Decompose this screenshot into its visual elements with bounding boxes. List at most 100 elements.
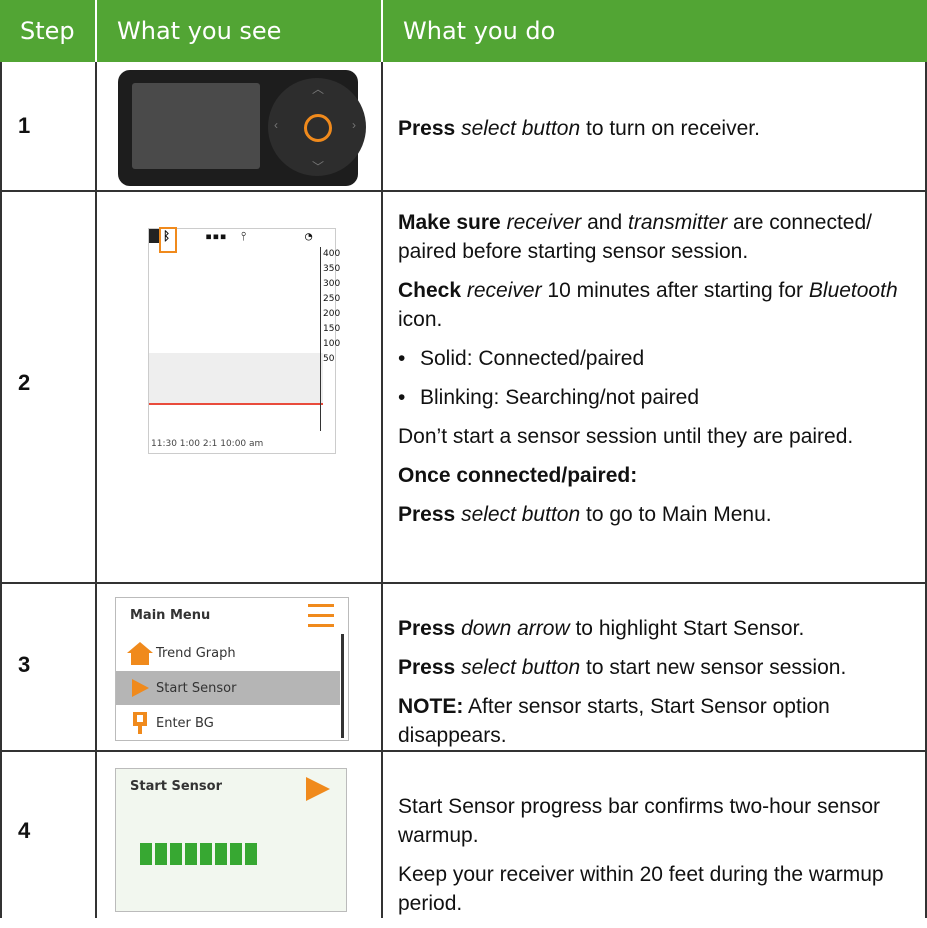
instruction: Press down arrow to highlight Start Sens… (398, 614, 913, 643)
instruction: Don’t start a sensor session until they … (398, 425, 854, 448)
instruction: Start Sensor progress bar confirms two-h… (398, 795, 881, 847)
menu-item-label: Enter BG (156, 715, 214, 731)
axis-tick: 300 (323, 279, 341, 289)
progress-segment (245, 843, 257, 865)
progress-bar (140, 843, 257, 865)
object-word: transmitter (628, 211, 728, 234)
object-word: select button (461, 503, 581, 526)
time-axis-labels: 11:30 1:00 2:1 10:00 am (151, 439, 264, 449)
target-range-band (149, 353, 323, 403)
play-icon (124, 677, 156, 699)
action-word: Press (398, 503, 456, 526)
row-divider (0, 190, 927, 192)
progress-segment (200, 843, 212, 865)
note-label: NOTE: (398, 695, 464, 718)
axis-tick: 150 (323, 324, 341, 334)
screen-title: Start Sensor (130, 779, 223, 794)
header-what-you-do: What you do (383, 0, 927, 62)
object-word: down arrow (461, 617, 570, 640)
scrollbar (341, 634, 344, 738)
header-see-label: What you see (117, 17, 282, 45)
menu-item-enter-bg: Enter BG (116, 706, 340, 740)
axis-tick: 250 (323, 294, 341, 304)
hamburger-menu-icon (308, 604, 334, 634)
down-arrow-icon: ﹀ (312, 160, 325, 174)
header-divider (95, 0, 97, 62)
progress-segment (170, 843, 182, 865)
progress-segment (140, 843, 152, 865)
axis-tick: 100 (323, 339, 341, 349)
step-number: 4 (18, 818, 31, 843)
list-item: Solid: Connected/paired (398, 344, 913, 373)
instruction-text: 10 minutes after starting for (547, 279, 804, 302)
battery-icon (149, 229, 159, 243)
object-word: receiver (466, 279, 542, 302)
instruction: Press select button to go to Main Menu. (398, 500, 913, 529)
instruction: Keep your receiver within 20 feet during… (398, 863, 884, 915)
select-button-highlight-icon (304, 114, 332, 142)
header-step-label: Step (20, 17, 75, 45)
instruction-text: to go to Main Menu. (586, 503, 772, 526)
header-what-you-see: What you see (97, 0, 381, 62)
progress-segment (215, 843, 227, 865)
object-word: select button (461, 656, 581, 679)
left-arrow-icon: ‹ (274, 118, 278, 132)
object-word: select button (461, 117, 581, 140)
instruction: Press select button to start new sensor … (398, 653, 913, 682)
progress-segment (230, 843, 242, 865)
play-icon (306, 777, 330, 801)
axis-tick: 200 (323, 309, 341, 319)
action-word: Press (398, 617, 456, 640)
header-step: Step (0, 0, 95, 62)
instruction-text: to turn on receiver. (586, 117, 760, 140)
progress-segment (185, 843, 197, 865)
up-arrow-icon: ︿ (312, 82, 325, 96)
row-3-instructions: Press down arrow to highlight Start Sens… (398, 614, 913, 760)
row-divider (0, 582, 927, 584)
action-word: Press (398, 117, 456, 140)
axis-tick: 400 (323, 249, 341, 259)
clock-icon: ◔ (305, 229, 313, 243)
list-item: Blinking: Searching/not paired (398, 383, 913, 412)
status-list: Solid: Connected/paired Blinking: Search… (398, 344, 913, 412)
step-number: 1 (18, 113, 31, 138)
menu-title: Main Menu (130, 608, 211, 623)
axis-tick: 50 (323, 354, 335, 364)
action-word: Check (398, 279, 462, 302)
action-word: Press (398, 656, 456, 679)
instruction: Once connected/paired: (398, 461, 913, 490)
menu-item-start-sensor: Start Sensor (116, 671, 340, 705)
row-4-instructions: Start Sensor progress bar confirms two-h… (398, 792, 913, 928)
start-sensor-screen: Start Sensor (115, 768, 347, 912)
step-number: 2 (18, 370, 31, 395)
menu-item-label: Trend Graph (156, 645, 236, 661)
action-word: Make sure (398, 211, 501, 234)
progress-segment (155, 843, 167, 865)
axis-tick: 350 (323, 264, 341, 274)
device-navigation-pad: ︿ ﹀ ‹ › (268, 78, 366, 176)
instruction: NOTE: After sensor starts, Start Sensor … (398, 692, 913, 750)
y-axis: 400 350 300 250 200 150 100 50 (320, 247, 341, 431)
device-screen (132, 83, 260, 169)
right-arrow-icon: › (352, 118, 356, 132)
instruction-text: to start new sensor session. (586, 656, 847, 679)
object-word: Bluetooth (808, 279, 898, 302)
instruction-table: Step What you see What you do 1 2 3 4 ︿ … (0, 0, 927, 918)
low-threshold-line (149, 403, 323, 405)
transmitter-icon: ⫯ (241, 229, 247, 243)
row-1-instructions: Press select button to turn on receiver. (398, 114, 913, 153)
header-do-label: What you do (403, 17, 556, 45)
instruction-text: After sensor starts, Start Sensor option… (398, 695, 830, 747)
header-divider (381, 0, 383, 62)
bluetooth-highlight-box (159, 227, 177, 253)
instruction-text: icon. (398, 308, 443, 331)
subheading: Once connected/paired: (398, 464, 638, 487)
signal-dots: ▪▪▪ (205, 229, 227, 243)
receiver-trend-screen: ᛒ ▪▪▪ ⫯ ◔ 400 350 300 250 200 150 100 50… (148, 227, 341, 454)
home-icon (124, 640, 156, 666)
instruction: Press select button to turn on receiver. (398, 114, 913, 143)
instruction: Check receiver 10 minutes after starting… (398, 276, 913, 334)
row-2-instructions: Make sure receiver and transmitter are c… (398, 208, 913, 539)
step-number: 3 (18, 652, 31, 677)
menu-item-trend-graph: Trend Graph (116, 636, 340, 670)
